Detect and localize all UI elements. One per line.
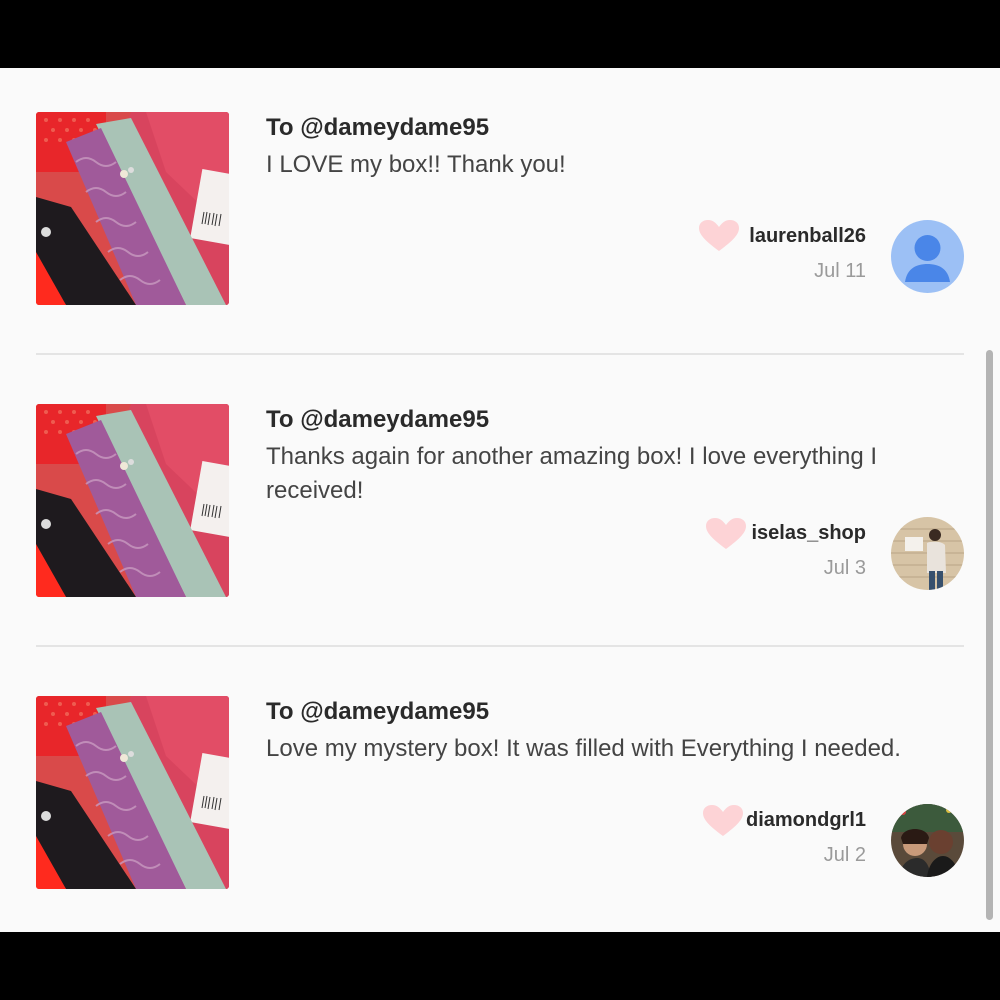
review-message: I LOVE my box!! Thank you!: [266, 151, 566, 178]
review-card: To @dameydame95 Love my mystery box! It …: [0, 696, 1000, 932]
heart-icon[interactable]: [703, 805, 743, 837]
bottom-black-bar: [0, 932, 1000, 1000]
review-date: Jul 3: [823, 557, 866, 579]
reviewer-username[interactable]: iselas_shop: [751, 522, 866, 545]
review-message: Thanks again for another amazing box! I …: [266, 443, 878, 504]
heart-icon[interactable]: [699, 220, 739, 252]
reviewer-username[interactable]: laurenball26: [749, 225, 866, 248]
reviewer-username[interactable]: diamondgrl1: [746, 809, 866, 832]
default-avatar-icon[interactable]: [891, 220, 964, 293]
review-card: To @dameydame95 I LOVE my box!! Thank yo…: [0, 112, 1000, 404]
top-black-bar: [0, 0, 1000, 68]
product-thumbnail[interactable]: [36, 404, 229, 597]
review-date: Jul 2: [823, 844, 866, 866]
divider: [36, 645, 964, 647]
review-date: Jul 11: [814, 260, 866, 282]
heart-icon[interactable]: [706, 518, 746, 550]
reviews-list[interactable]: To @dameydame95 I LOVE my box!! Thank yo…: [0, 68, 1000, 932]
vertical-scrollbar[interactable]: [986, 350, 993, 920]
review-card: To @dameydame95 Thanks again for another…: [0, 404, 1000, 696]
user-photo-avatar[interactable]: [891, 517, 964, 590]
product-thumbnail[interactable]: [36, 696, 229, 889]
user-photo-avatar[interactable]: [891, 804, 964, 877]
review-message: Love my mystery box! It was filled with …: [266, 735, 901, 762]
review-recipient[interactable]: To @dameydame95: [266, 114, 489, 142]
divider: [36, 353, 964, 355]
product-thumbnail[interactable]: [36, 112, 229, 305]
review-recipient[interactable]: To @dameydame95: [266, 698, 489, 726]
review-recipient[interactable]: To @dameydame95: [266, 406, 489, 434]
